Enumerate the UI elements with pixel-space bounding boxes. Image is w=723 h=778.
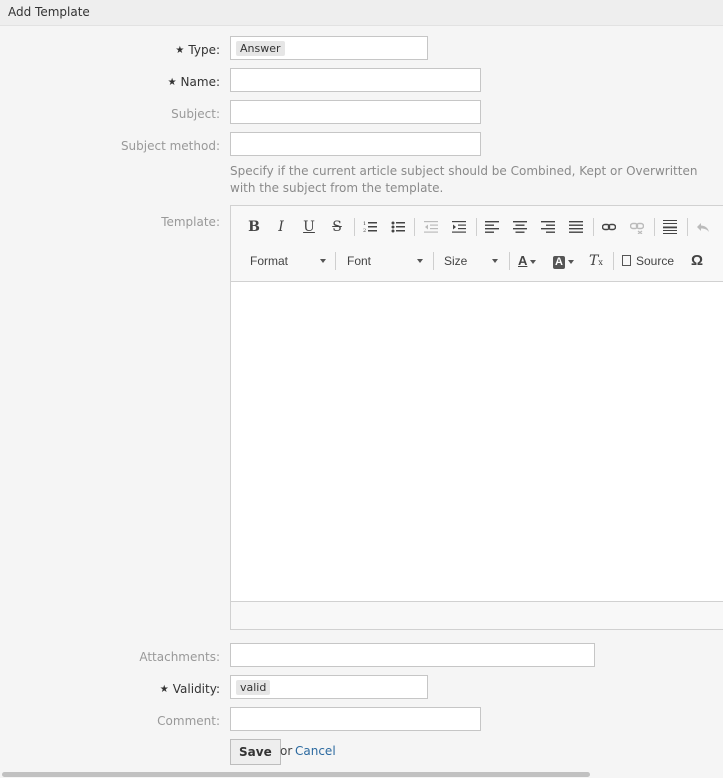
type-label: ★ Type:	[175, 43, 220, 57]
strike-button[interactable]: S	[326, 216, 348, 238]
comment-input[interactable]	[230, 707, 481, 731]
subject-input[interactable]	[230, 100, 481, 124]
source-button[interactable]: Source	[622, 250, 674, 272]
numbered-list-icon[interactable]: 12	[359, 216, 381, 238]
type-select[interactable]: Answer	[230, 36, 428, 60]
required-marker: ★	[175, 45, 185, 56]
required-marker: ★	[167, 77, 177, 88]
align-center-icon[interactable]	[509, 216, 531, 238]
format-dropdown[interactable]: Format	[250, 250, 330, 272]
name-input[interactable]	[230, 68, 481, 92]
validity-selected-token: valid	[236, 680, 271, 695]
type-selected-token: Answer	[236, 41, 285, 56]
page-title: Add Template	[8, 5, 90, 19]
template-label: Template:	[161, 215, 220, 229]
size-dropdown[interactable]: Size	[444, 250, 502, 272]
toolbar-separator	[335, 252, 336, 270]
link-icon[interactable]	[598, 216, 620, 238]
text-color-icon: A	[518, 253, 528, 268]
align-right-icon[interactable]	[537, 216, 559, 238]
validity-select[interactable]: valid	[230, 675, 428, 699]
toolbar-separator	[654, 218, 655, 236]
toolbar-separator	[593, 218, 594, 236]
underline-button[interactable]: U	[298, 216, 320, 238]
align-left-icon[interactable]	[481, 216, 503, 238]
save-button[interactable]: Save	[230, 739, 281, 765]
toolbar-separator	[509, 252, 510, 270]
svg-text:2: 2	[363, 228, 366, 234]
chevron-down-icon	[320, 259, 326, 263]
font-dropdown[interactable]: Font	[347, 250, 427, 272]
text-color-button[interactable]: A	[518, 250, 544, 272]
attachments-upload[interactable]	[230, 643, 595, 667]
undo-icon[interactable]	[692, 216, 714, 238]
editor-status-bar	[231, 601, 723, 629]
required-marker: ★	[159, 684, 169, 695]
special-character-icon[interactable]: Ω	[691, 250, 703, 272]
editor-content-area[interactable]	[231, 282, 723, 602]
subject-method-label: Subject method:	[120, 139, 220, 153]
chevron-down-icon	[417, 259, 423, 263]
remove-format-icon[interactable]: Tx	[589, 250, 607, 272]
align-justify-icon[interactable]	[565, 216, 587, 238]
toolbar-separator	[414, 218, 415, 236]
unlink-icon[interactable]	[626, 216, 648, 238]
toolbar-separator	[354, 218, 355, 236]
toolbar-separator	[476, 218, 477, 236]
validity-label: ★ Validity:	[159, 682, 220, 696]
outdent-icon[interactable]	[420, 216, 442, 238]
page-header: Add Template	[0, 0, 723, 26]
subject-method-hint: Specify if the current article subject s…	[230, 164, 698, 195]
svg-text:1: 1	[363, 221, 366, 227]
editor-toolbar: B I U S 12 Format Font Size A A Tx Sourc…	[231, 206, 723, 282]
subject-method-select[interactable]	[230, 132, 481, 156]
indent-icon[interactable]	[448, 216, 470, 238]
chevron-down-icon	[492, 259, 498, 263]
scrollbar-thumb[interactable]	[2, 772, 590, 777]
source-icon	[622, 255, 631, 267]
toolbar-separator	[687, 218, 688, 236]
attachments-label: Attachments:	[139, 650, 220, 664]
bulleted-list-icon[interactable]	[387, 216, 409, 238]
italic-button[interactable]: I	[270, 216, 292, 238]
background-color-icon: A	[553, 256, 565, 269]
toolbar-separator	[613, 252, 614, 270]
background-color-button[interactable]: A	[553, 250, 579, 272]
subject-label: Subject:	[171, 107, 220, 121]
toolbar-separator	[433, 252, 434, 270]
cancel-link[interactable]: Cancel	[295, 744, 336, 758]
name-label: ★ Name:	[167, 75, 220, 89]
horizontal-rule-icon[interactable]	[659, 216, 681, 238]
bold-button[interactable]: B	[243, 216, 265, 238]
comment-label: Comment:	[157, 714, 220, 728]
horizontal-scrollbar[interactable]	[0, 770, 723, 778]
or-text: or	[280, 744, 293, 758]
rich-text-editor: B I U S 12 Format Font Size A A Tx Sourc…	[230, 205, 723, 630]
